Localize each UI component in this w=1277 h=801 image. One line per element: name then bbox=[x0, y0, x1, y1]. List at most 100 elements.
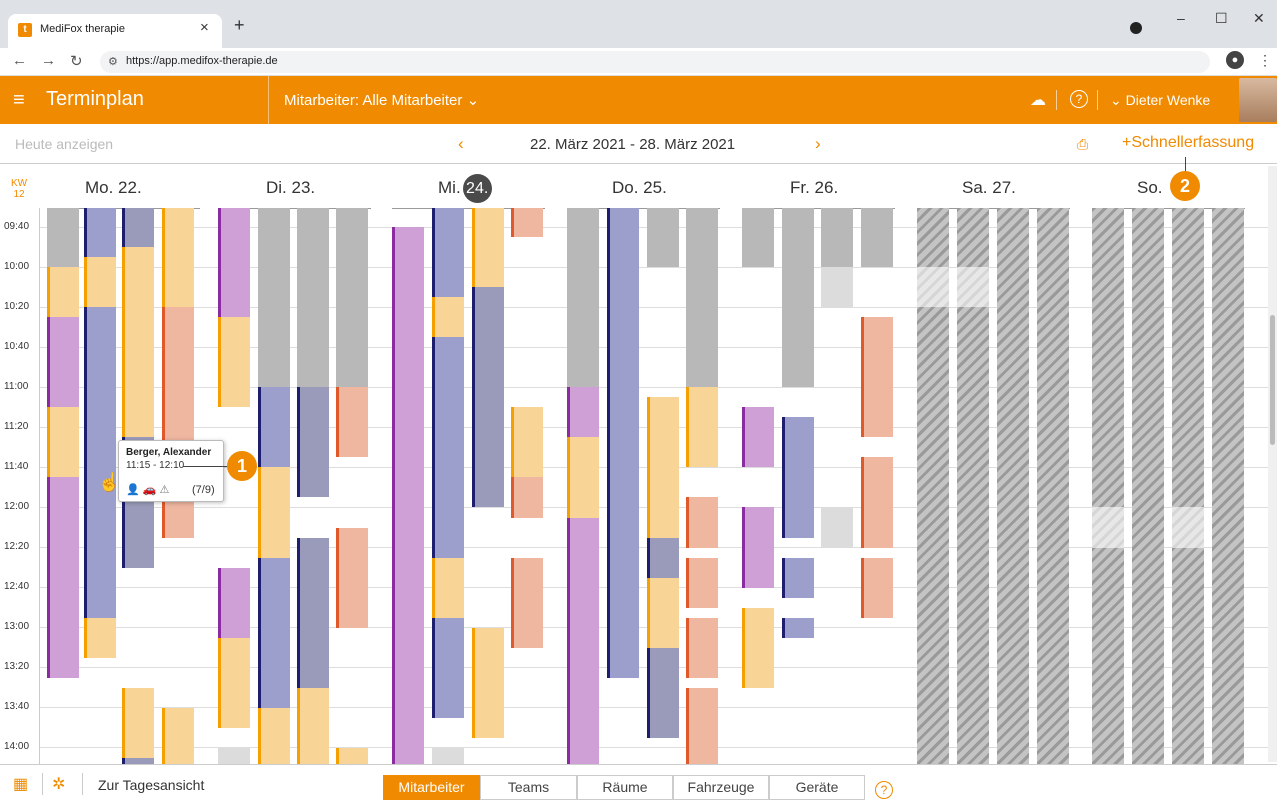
appointment[interactable] bbox=[607, 208, 639, 678]
available-slot[interactable] bbox=[917, 267, 949, 307]
appointment[interactable] bbox=[742, 407, 774, 467]
appointment[interactable] bbox=[84, 307, 116, 618]
appointment[interactable] bbox=[686, 688, 718, 764]
tab-close-icon[interactable]: × bbox=[200, 19, 209, 36]
day-header-tue[interactable]: Di. 23. bbox=[266, 178, 315, 198]
day-header-mon[interactable]: Mo. 22. bbox=[85, 178, 142, 198]
blocked-time[interactable] bbox=[821, 267, 853, 307]
appointment[interactable] bbox=[258, 467, 290, 558]
appointment[interactable] bbox=[84, 618, 116, 658]
quick-entry-button[interactable]: +Schnellerfassung bbox=[1122, 134, 1254, 152]
appointment[interactable] bbox=[432, 558, 464, 618]
appointment[interactable] bbox=[432, 337, 464, 437]
site-info-icon[interactable]: ⚙ bbox=[108, 55, 118, 68]
appointment[interactable] bbox=[432, 618, 464, 718]
help-icon[interactable]: ? bbox=[1070, 90, 1088, 108]
next-week-icon[interactable]: › bbox=[815, 134, 821, 154]
tab-teams[interactable]: Teams bbox=[480, 775, 577, 800]
appointment[interactable] bbox=[742, 608, 774, 688]
calendar-scrollbar-thumb[interactable] bbox=[1270, 315, 1275, 445]
menu-icon[interactable]: ≡ bbox=[13, 89, 25, 112]
blocked-time[interactable] bbox=[567, 208, 599, 387]
appointment[interactable] bbox=[162, 307, 194, 538]
appointment[interactable] bbox=[861, 558, 893, 618]
appointment[interactable] bbox=[647, 648, 679, 738]
appointment[interactable] bbox=[567, 518, 599, 764]
extension-icon[interactable] bbox=[1130, 22, 1142, 34]
user-menu[interactable]: ⌄ Dieter Wenke bbox=[1110, 92, 1210, 109]
appointment[interactable] bbox=[218, 638, 250, 728]
appointment[interactable] bbox=[297, 387, 329, 497]
tab-mitarbeiter[interactable]: Mitarbeiter bbox=[383, 775, 480, 800]
appointment[interactable] bbox=[647, 538, 679, 578]
appointment[interactable] bbox=[511, 477, 543, 518]
appointment[interactable] bbox=[297, 538, 329, 688]
browser-menu-icon[interactable]: ⋮ bbox=[1258, 52, 1272, 69]
blocked-time[interactable] bbox=[647, 208, 679, 267]
appointment[interactable] bbox=[686, 618, 718, 678]
appointment[interactable] bbox=[297, 688, 329, 764]
appointment[interactable] bbox=[258, 558, 290, 708]
new-tab-icon[interactable]: + bbox=[234, 15, 245, 36]
appointment[interactable] bbox=[472, 287, 504, 507]
appointment[interactable] bbox=[336, 748, 368, 764]
day-header-wed[interactable]: Mi. 24. bbox=[438, 174, 492, 203]
appointment[interactable] bbox=[392, 227, 424, 764]
appointment[interactable] bbox=[782, 417, 814, 538]
maximize-icon[interactable]: ☐ bbox=[1215, 10, 1228, 27]
day-header-fri[interactable]: Fr. 26. bbox=[790, 178, 838, 198]
blocked-time[interactable] bbox=[821, 208, 853, 267]
footer-help-icon[interactable]: ? bbox=[875, 781, 893, 799]
profile-icon[interactable]: ● bbox=[1226, 51, 1244, 69]
calendar-icon[interactable]: ▦ bbox=[13, 774, 28, 794]
appointment[interactable] bbox=[647, 578, 679, 648]
print-icon[interactable]: ⎙ bbox=[1077, 136, 1088, 153]
blocked-time[interactable] bbox=[782, 208, 814, 387]
appointment[interactable] bbox=[84, 208, 116, 257]
appointment[interactable] bbox=[122, 208, 154, 247]
appointment[interactable] bbox=[647, 397, 679, 538]
appointment[interactable] bbox=[567, 387, 599, 437]
appointment[interactable] bbox=[162, 708, 194, 764]
day-header-thu[interactable]: Do. 25. bbox=[612, 178, 667, 198]
blocked-time[interactable] bbox=[297, 208, 329, 387]
appointment[interactable] bbox=[218, 568, 250, 638]
appointment[interactable] bbox=[432, 208, 464, 297]
appointment[interactable] bbox=[47, 267, 79, 317]
appointment[interactable] bbox=[742, 507, 774, 588]
blocked-time[interactable] bbox=[47, 208, 79, 267]
day-header-sat[interactable]: Sa. 27. bbox=[962, 178, 1016, 198]
tab-geraete[interactable]: Geräte bbox=[769, 775, 865, 800]
appointment[interactable] bbox=[47, 317, 79, 407]
blocked-time[interactable] bbox=[336, 208, 368, 387]
appointment[interactable] bbox=[258, 387, 290, 467]
appointment[interactable] bbox=[686, 387, 718, 467]
appointment[interactable] bbox=[511, 208, 543, 237]
appointment[interactable] bbox=[336, 387, 368, 457]
blocked-time[interactable] bbox=[821, 507, 853, 548]
appointment[interactable] bbox=[567, 437, 599, 518]
appointment[interactable] bbox=[162, 208, 194, 307]
appointment[interactable] bbox=[218, 208, 250, 317]
appointment[interactable] bbox=[84, 257, 116, 307]
reload-icon[interactable]: ↻ bbox=[70, 52, 83, 70]
forward-icon[interactable]: → bbox=[41, 52, 56, 69]
calendar-scrollbar[interactable] bbox=[1268, 166, 1277, 762]
appointment[interactable] bbox=[336, 568, 368, 628]
appointment[interactable] bbox=[861, 457, 893, 548]
appointment[interactable] bbox=[686, 497, 718, 548]
appointment[interactable] bbox=[258, 708, 290, 764]
back-icon[interactable]: ← bbox=[12, 52, 27, 69]
day-view-link[interactable]: Zur Tagesansicht bbox=[98, 777, 204, 793]
appointment[interactable] bbox=[122, 688, 154, 758]
appointment[interactable] bbox=[432, 437, 464, 558]
employee-filter-dropdown[interactable]: Mitarbeiter: Alle Mitarbeiter ⌄ bbox=[284, 91, 479, 109]
url-field[interactable]: ⚙ https://app.medifox-therapie.de bbox=[100, 51, 1210, 73]
available-slot[interactable] bbox=[957, 267, 989, 307]
appointment[interactable] bbox=[472, 208, 504, 287]
blocked-time[interactable] bbox=[861, 208, 893, 267]
appointment[interactable] bbox=[511, 558, 543, 648]
blocked-time[interactable] bbox=[686, 208, 718, 387]
appointment[interactable] bbox=[472, 628, 504, 738]
appointment[interactable] bbox=[861, 317, 893, 437]
